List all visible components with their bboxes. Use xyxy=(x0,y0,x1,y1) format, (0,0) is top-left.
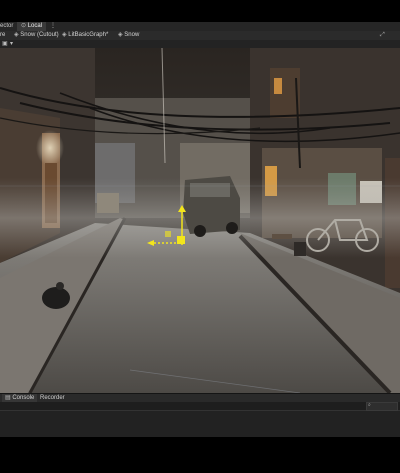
tab-local-label: Local xyxy=(27,23,43,29)
tab-recorder-label: Recorder xyxy=(40,395,65,401)
move-gizmo[interactable] xyxy=(145,203,195,248)
doc-tab-scene-label: re xyxy=(0,32,6,38)
tab-inspector[interactable]: ector xyxy=(0,22,13,31)
tab-inspector-label: ector xyxy=(0,23,14,29)
top-letterbox xyxy=(0,0,400,22)
doc-tab-litbasicgraph-label: LitBasicGraph* xyxy=(68,32,109,38)
tab-console-label: Console xyxy=(12,395,35,401)
local-lock-icon: ⊙ xyxy=(21,23,27,29)
doc-tab-litbasicgraph[interactable]: ◈ LitBasicGraph* xyxy=(62,31,108,40)
chevron-down-icon[interactable]: ▾ xyxy=(10,40,13,48)
scene-view[interactable] xyxy=(0,48,400,393)
doc-tab-snow[interactable]: ◈ Snow xyxy=(118,31,139,40)
gizmo-center-handle[interactable] xyxy=(177,236,185,244)
doc-tab-snow-cutout[interactable]: ◈ Snow (Cutout) xyxy=(14,31,59,40)
doc-tab-scene[interactable]: re xyxy=(0,31,5,40)
console-log-area[interactable] xyxy=(0,411,400,437)
camera-dropdown-icon[interactable]: ▣ xyxy=(2,40,8,48)
gizmo-y-arrow-icon[interactable] xyxy=(178,205,186,212)
shadergraph-icon: ◈ xyxy=(118,32,123,38)
doc-tab-snow-label: Snow xyxy=(124,32,140,38)
console-search-input[interactable]: ⌕ xyxy=(366,402,398,411)
expand-icon[interactable]: ⤢ xyxy=(380,31,385,40)
console-search-icon: ⌕ xyxy=(368,402,371,408)
scene-toolbar: ▣ ▾ xyxy=(0,40,400,48)
gizmo-plane-handle[interactable] xyxy=(165,231,171,237)
tab-local[interactable]: ⊙ Local xyxy=(17,22,47,31)
gizmo-x-arrow-icon[interactable] xyxy=(147,240,154,246)
shadergraph-icon: ◈ xyxy=(14,32,19,38)
console-icon: ▤ xyxy=(5,395,11,401)
shadergraph-icon: ◈ xyxy=(62,32,67,38)
bottom-letterbox xyxy=(0,437,400,473)
panel-tab-bar: ector ⊙ Local ⋮ xyxy=(0,22,400,31)
doc-tab-snow-cutout-label: Snow (Cutout) xyxy=(20,32,59,38)
panel-menu-icon[interactable]: ⋮ xyxy=(50,22,56,31)
console-toolbar: ⌕ xyxy=(0,402,400,411)
alley-scene-render xyxy=(0,48,400,393)
